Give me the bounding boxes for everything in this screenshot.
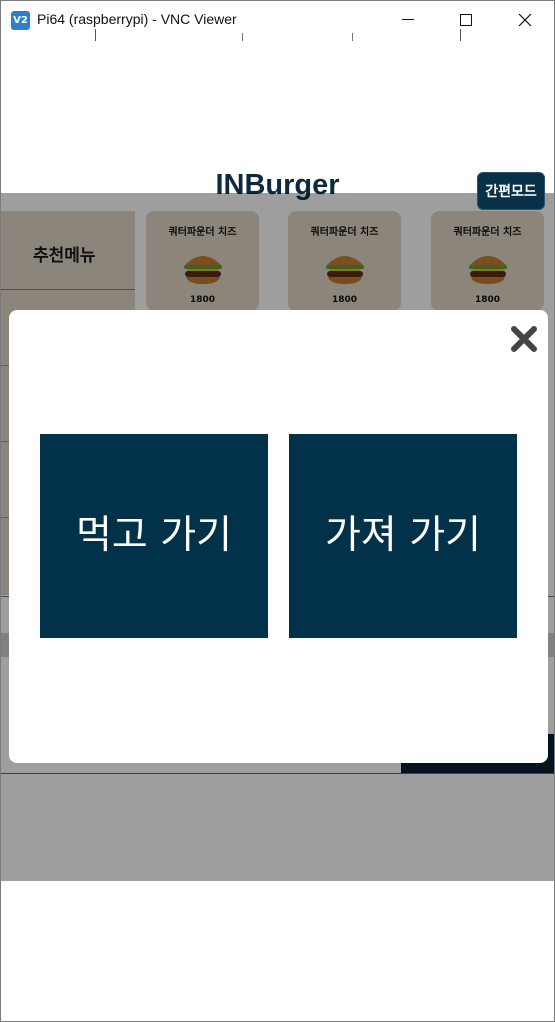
toolbar-divider — [242, 33, 243, 41]
order-type-modal: 먹고 가기 가져 가기 — [9, 310, 548, 763]
window-titlebar: V2 Pi64 (raspberrypi) - VNC Viewer — [1, 1, 554, 42]
toolbar-divider — [352, 33, 353, 41]
minimize-icon — [402, 19, 414, 20]
close-window-button[interactable] — [496, 1, 554, 39]
easy-mode-button[interactable]: 간편모드 — [477, 172, 545, 210]
modal-close-button[interactable] — [509, 324, 539, 354]
close-icon — [518, 13, 532, 27]
take-out-button[interactable]: 가져 가기 — [289, 434, 517, 638]
dine-in-button[interactable]: 먹고 가기 — [40, 434, 268, 638]
close-icon — [511, 326, 537, 352]
maximize-icon — [460, 14, 472, 26]
window-title: Pi64 (raspberrypi) - VNC Viewer — [37, 11, 237, 27]
vnc-app-icon: V2 — [11, 11, 30, 30]
